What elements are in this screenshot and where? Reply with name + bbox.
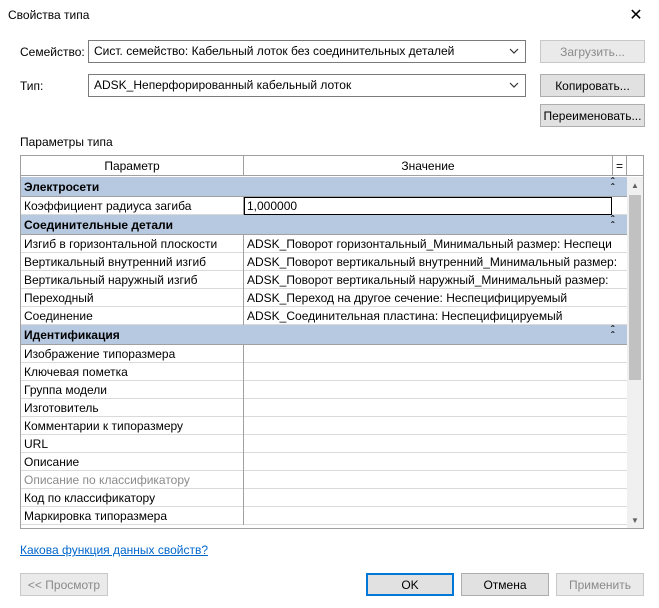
ok-button[interactable]: OK — [366, 573, 454, 596]
parameter-row[interactable]: Маркировка типоразмера — [21, 507, 627, 525]
copy-button[interactable]: Копировать... — [540, 74, 645, 97]
title-bar: Свойства типа ✕ — [0, 0, 659, 30]
vertical-scrollbar[interactable]: ▲ ▼ — [627, 177, 643, 528]
parameter-row[interactable]: Ключевая пометка — [21, 363, 627, 381]
scroll-down-icon[interactable]: ▼ — [627, 512, 643, 528]
parameter-name: Код по классификатору — [21, 489, 244, 507]
parameter-row[interactable]: Группа модели — [21, 381, 627, 399]
parameter-row[interactable]: Изображение типоразмера — [21, 345, 627, 363]
parameter-row[interactable]: Переходный ADSK_Переход на другое сечение… — [21, 289, 627, 307]
parameter-value[interactable] — [244, 489, 627, 507]
parameter-name: URL — [21, 435, 244, 453]
type-parameters-grid: Параметр Значение = Электросети ˆ ˆ Коэффиц… — [20, 155, 644, 529]
collapse-icon[interactable]: ˆˆ — [611, 216, 621, 232]
help-link[interactable]: Какова функция данных свойств? — [20, 543, 208, 557]
chevron-down-icon — [509, 82, 519, 88]
close-icon: ✕ — [629, 7, 643, 24]
family-value: Сист. семейство: Кабельный лоток без сое… — [94, 44, 455, 58]
parameter-value[interactable] — [244, 471, 627, 489]
parameter-name: Описание по классификатору — [21, 471, 244, 489]
parameter-name: Изготовитель — [21, 399, 244, 417]
parameter-name: Изгиб в горизонтальной плоскости — [21, 235, 244, 253]
parameter-value[interactable] — [244, 363, 627, 381]
family-label: Семейство: — [20, 45, 85, 59]
parameter-name: Соединение — [21, 307, 244, 325]
window-title: Свойства типа — [8, 8, 90, 22]
rename-button[interactable]: Переименовать... — [540, 104, 645, 127]
parameter-row[interactable]: URL — [21, 435, 627, 453]
parameter-row[interactable]: Коэффициент радиуса загиба 1,000000 — [21, 197, 627, 215]
parameter-value[interactable]: ADSK_Поворот вертикальный внутренний_Мин… — [244, 253, 627, 271]
parameter-row[interactable]: Соединение ADSK_Соединительная пластина: … — [21, 307, 627, 325]
scroll-up-icon[interactable]: ▲ — [627, 177, 643, 193]
parameter-name: Вертикальный внутренний изгиб — [21, 253, 244, 271]
type-label: Тип: — [20, 79, 44, 93]
parameter-name: Описание — [21, 453, 244, 471]
column-header-parameter[interactable]: Параметр — [21, 156, 244, 176]
parameter-value[interactable] — [244, 345, 627, 363]
close-button[interactable]: ✕ — [613, 0, 659, 30]
parameter-row[interactable]: Описание — [21, 453, 627, 471]
parameter-value[interactable]: ADSK_Поворот вертикальный наружный_Миним… — [244, 271, 627, 289]
group-name: Идентификация — [24, 328, 120, 342]
collapse-icon[interactable]: ˆˆ — [611, 326, 621, 342]
parameter-name: Вертикальный наружный изгиб — [21, 271, 244, 289]
parameter-name: Группа модели — [21, 381, 244, 399]
parameter-row[interactable]: Изгиб в горизонтальной плоскости ADSK_Пов… — [21, 235, 627, 253]
load-button[interactable]: Загрузить... — [540, 40, 645, 63]
parameter-value[interactable] — [244, 435, 627, 453]
parameter-value[interactable] — [244, 417, 627, 435]
collapse-icon[interactable]: ˆˆ — [611, 178, 621, 194]
parameter-value[interactable] — [244, 399, 627, 417]
scroll-thumb[interactable] — [629, 195, 641, 380]
parameter-rows: Электросети ˆ ˆ Коэффициент радиуса загиба 1… — [21, 177, 627, 525]
group-name: Электросети — [24, 180, 100, 194]
parameter-row[interactable]: Вертикальный наружный изгиб ADSK_Поворот … — [21, 271, 627, 289]
group-header[interactable]: Электросети ˆ ˆ — [21, 177, 627, 197]
parameter-value[interactable] — [244, 453, 627, 471]
column-header-sort[interactable]: = — [613, 156, 627, 176]
parameter-row[interactable]: Изготовитель — [21, 399, 627, 417]
parameter-name: Комментарии к типоразмеру — [21, 417, 244, 435]
type-parameters-label: Параметры типа — [20, 135, 113, 149]
parameter-name: Коэффициент радиуса загиба — [21, 197, 244, 215]
group-header[interactable]: Идентификация ˆ ˆ — [21, 325, 627, 345]
apply-button[interactable]: Применить — [556, 573, 644, 596]
cancel-button[interactable]: Отмена — [461, 573, 549, 596]
parameter-value[interactable]: ADSK_Переход на другое сечение: Неспециф… — [244, 289, 627, 307]
type-value: ADSK_Неперфорированный кабельный лоток — [94, 78, 352, 92]
parameter-row[interactable]: Комментарии к типоразмеру — [21, 417, 627, 435]
parameter-name: Изображение типоразмера — [21, 345, 244, 363]
parameter-value[interactable] — [244, 507, 627, 525]
parameter-name: Маркировка типоразмера — [21, 507, 244, 525]
parameter-value[interactable]: ADSK_Соединительная пластина: Неспецифиц… — [244, 307, 627, 325]
parameter-row[interactable]: Код по классификатору — [21, 489, 627, 507]
parameter-name: Ключевая пометка — [21, 363, 244, 381]
parameter-name: Переходный — [21, 289, 244, 307]
grid-header: Параметр Значение = — [21, 156, 643, 176]
parameter-value[interactable]: ADSK_Поворот горизонтальный_Минимальный … — [244, 235, 627, 253]
parameter-value-input[interactable]: 1,000000 — [244, 197, 612, 215]
preview-button[interactable]: << Просмотр — [20, 573, 108, 596]
group-name: Соединительные детали — [24, 218, 174, 232]
group-header[interactable]: Соединительные детали ˆ ˆ — [21, 215, 627, 235]
parameter-row[interactable]: Описание по классификатору — [21, 471, 627, 489]
parameter-value[interactable] — [244, 381, 627, 399]
type-dropdown[interactable]: ADSK_Неперфорированный кабельный лоток — [88, 74, 526, 97]
column-header-value[interactable]: Значение — [244, 156, 613, 176]
chevron-down-icon — [509, 48, 519, 54]
family-dropdown[interactable]: Сист. семейство: Кабельный лоток без сое… — [88, 40, 526, 63]
parameter-row[interactable]: Вертикальный внутренний изгиб ADSK_Поворо… — [21, 253, 627, 271]
